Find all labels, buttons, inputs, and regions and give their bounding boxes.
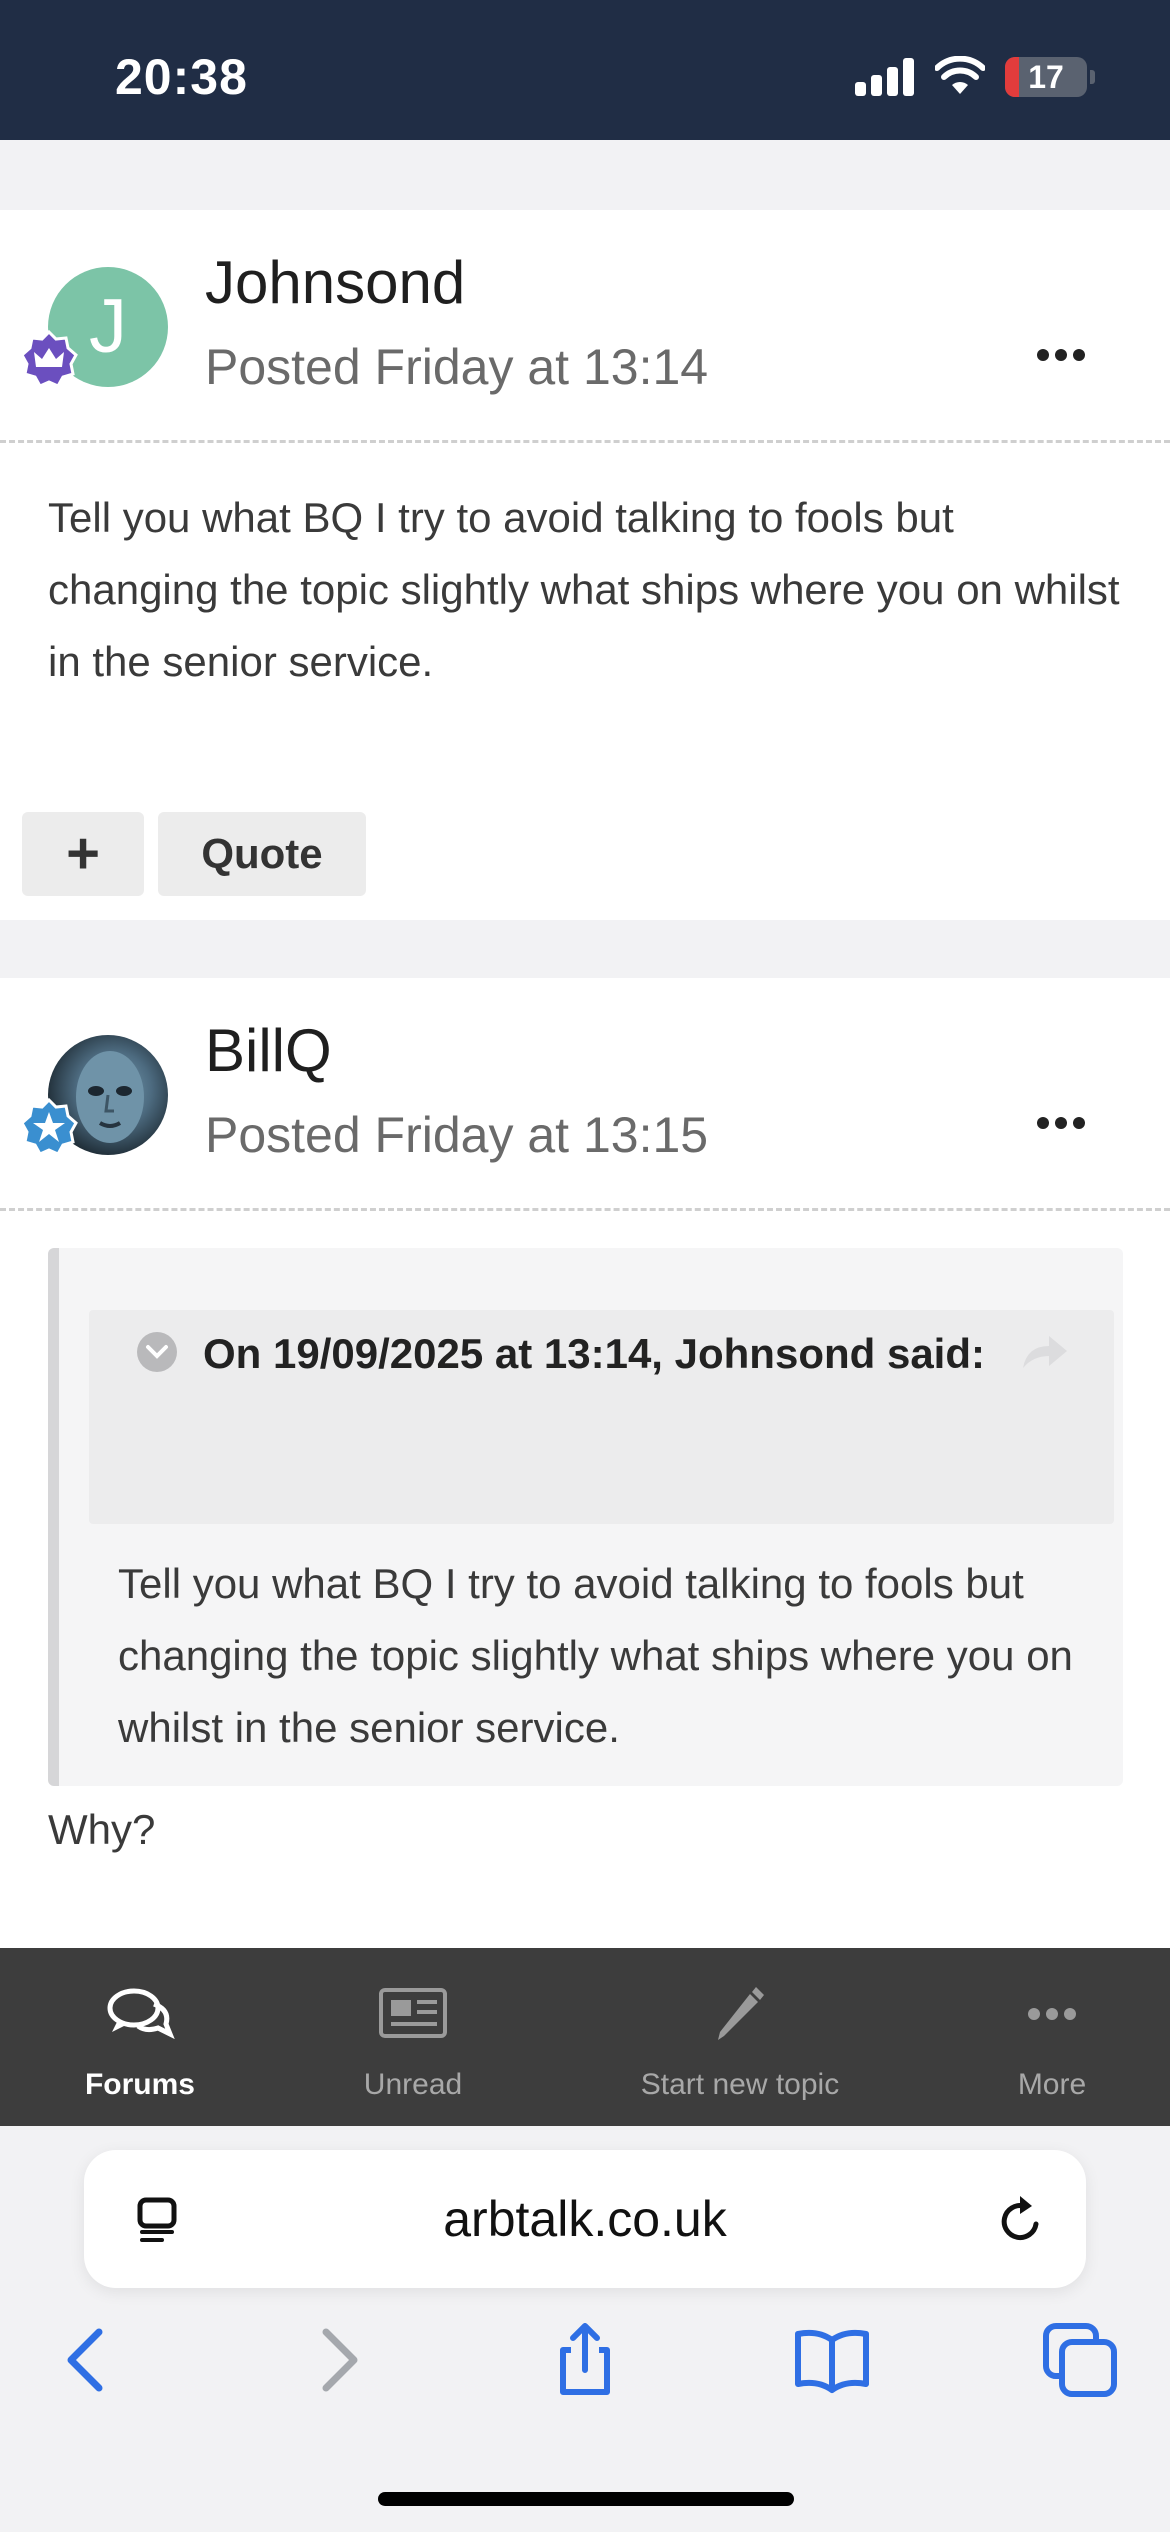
battery-tip — [1090, 70, 1095, 84]
post-author[interactable]: BillQ — [205, 1016, 332, 1085]
post-author[interactable]: Johnsond — [205, 248, 465, 317]
blockquote: On 19/09/2025 at 13:14, Johnsond said: T… — [48, 1248, 1123, 1786]
post-menu-icon[interactable] — [1035, 345, 1087, 365]
post-divider — [0, 1208, 1170, 1211]
post-timestamp[interactable]: Posted Friday at 13:15 — [205, 1106, 708, 1164]
url-text[interactable]: arbtalk.co.uk — [84, 2150, 1086, 2288]
quote-citation: On 19/09/2025 at 13:14, Johnsond said: — [203, 1330, 985, 1377]
nav-label: Unread — [363, 2068, 463, 2101]
bottom-nav: Forums Unread Start new topic More — [0, 1948, 1170, 2126]
home-indicator[interactable] — [378, 2492, 794, 2506]
forward-icon[interactable] — [298, 2320, 378, 2400]
tabs-icon[interactable] — [1040, 2320, 1120, 2400]
crown-badge-icon — [20, 330, 78, 388]
battery-icon: 17 — [1005, 57, 1087, 97]
nav-item-unread[interactable]: Unread — [313, 1948, 513, 2126]
nav-label: Forums — [84, 2068, 195, 2101]
nav-label: More — [1017, 2068, 1087, 2101]
nav-item-start-new-topic[interactable]: Start new topic — [600, 1948, 880, 2126]
wifi-icon — [935, 56, 985, 94]
post-timestamp[interactable]: Posted Friday at 13:14 — [205, 338, 708, 396]
back-icon[interactable] — [47, 2320, 127, 2400]
status-bar: 20:38 17 — [0, 0, 1170, 140]
post-divider — [0, 440, 1170, 443]
battery-level: 17 — [1028, 59, 1064, 95]
newspaper-icon — [379, 1988, 447, 2038]
post-johnsond: J Johnsond Posted Friday at 13:14 Tell y… — [0, 210, 1170, 920]
post-body: Why? — [48, 1806, 156, 1853]
post-menu-icon[interactable] — [1035, 1113, 1087, 1133]
nav-item-more[interactable]: More — [952, 1948, 1152, 2126]
nav-item-forums[interactable]: Forums — [40, 1948, 240, 2126]
chat-bubbles-icon — [107, 1988, 175, 2040]
share-arrow-icon[interactable] — [1019, 1332, 1071, 1372]
pencil-icon — [718, 1987, 764, 2040]
nav-label: Start new topic — [640, 2068, 840, 2101]
cellular-signal-icon — [855, 58, 915, 96]
reload-icon[interactable] — [994, 2192, 1048, 2248]
star-badge-icon — [20, 1098, 78, 1156]
quote-button[interactable]: Quote — [158, 812, 366, 896]
post-billq: BillQ Posted Friday at 13:15 On 19/09/20… — [0, 978, 1170, 1948]
quote-text: Tell you what BQ I try to avoid talking … — [118, 1560, 1073, 1751]
status-time: 20:38 — [115, 49, 248, 105]
post-body: Tell you what BQ I try to avoid talking … — [48, 494, 1120, 685]
react-button[interactable]: + — [22, 812, 144, 896]
bookmarks-icon[interactable] — [792, 2320, 872, 2400]
more-dots-icon — [1028, 2008, 1076, 2020]
address-bar[interactable]: arbtalk.co.uk — [84, 2150, 1086, 2288]
share-icon[interactable] — [545, 2320, 625, 2400]
